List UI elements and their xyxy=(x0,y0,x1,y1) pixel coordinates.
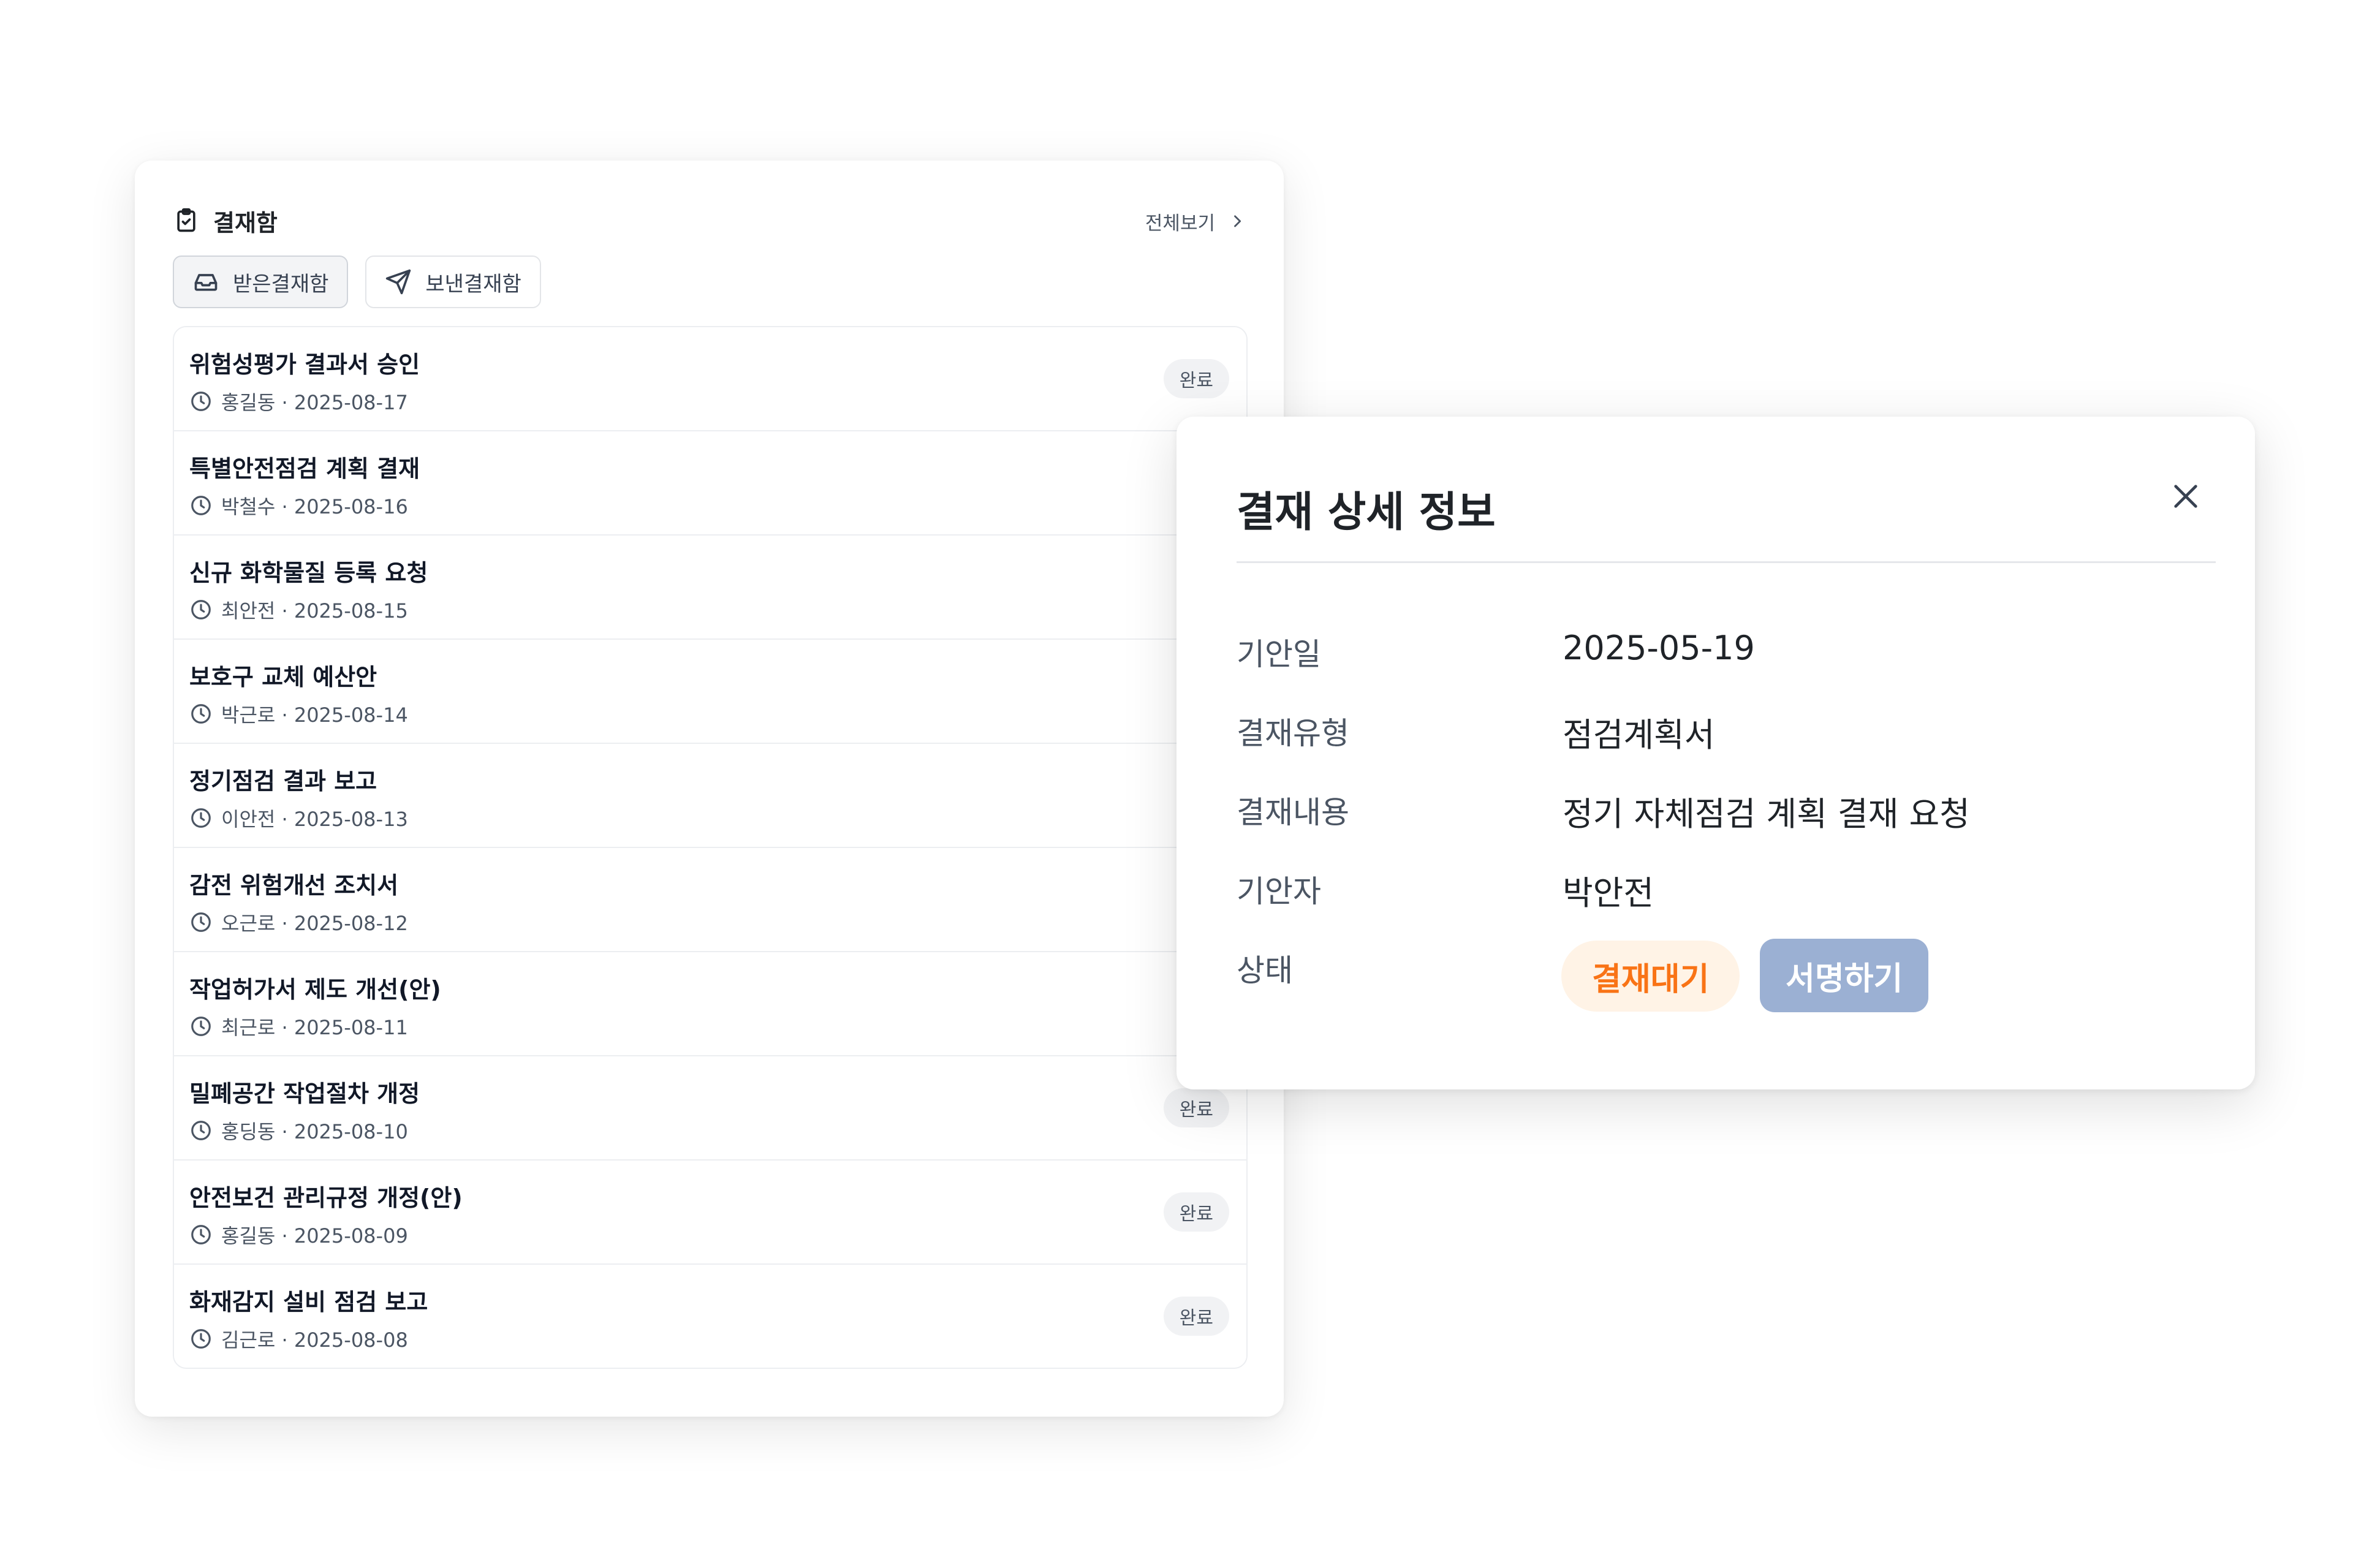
item-meta-text: 홍길동 · 2025-08-17 xyxy=(221,391,408,414)
clock-icon xyxy=(191,1329,211,1349)
field-value-approval-type: 점검계획서 xyxy=(1563,716,1715,754)
list-item[interactable]: 작업허가서 제도 개선(안) 최근로 · 2025-08-11 xyxy=(174,952,1246,1056)
item-meta-text: 최근로 · 2025-08-11 xyxy=(221,1016,408,1039)
status-badge: 완료 xyxy=(1163,359,1229,398)
item-meta-text: 오근로 · 2025-08-12 xyxy=(221,912,408,935)
clock-icon xyxy=(191,808,211,828)
field-label-status: 상태 xyxy=(1237,953,1293,988)
item-meta: 오근로 · 2025-08-12 xyxy=(189,908,408,936)
clock-icon xyxy=(191,600,211,619)
status-badge: 완료 xyxy=(1163,1088,1229,1127)
field-value-draft-date: 2025-05-19 xyxy=(1563,629,1755,667)
item-meta: 홍길동 · 2025-08-17 xyxy=(189,387,408,415)
modal-title: 결재 상세 정보 xyxy=(1237,488,1496,537)
item-meta-text: 박근로 · 2025-08-14 xyxy=(221,703,408,727)
close-icon xyxy=(2174,485,2197,508)
clock-icon xyxy=(191,704,211,724)
item-title: 밀폐공간 작업절차 개정 xyxy=(189,1080,420,1107)
list-item[interactable]: 정기점검 결과 보고 이안전 · 2025-08-13 xyxy=(174,744,1246,848)
modal-divider xyxy=(1237,561,2216,563)
approval-box-card: 결재함 전체보기 받은결재함 보낸결재함 위험성평가 결과서 승인 홍길동 · … xyxy=(135,161,1284,1417)
list-item[interactable]: 신규 화학물질 등록 요청 최안전 · 2025-08-15 xyxy=(174,536,1246,640)
field-label-draft-date: 기안일 xyxy=(1237,637,1321,672)
field-label-approval-content: 결재내용 xyxy=(1237,795,1349,830)
item-meta: 최근로 · 2025-08-11 xyxy=(189,1012,408,1040)
view-all-link[interactable]: 전체보기 xyxy=(1145,205,1246,238)
sign-button[interactable]: 서명하기 xyxy=(1760,939,1929,1012)
clock-icon xyxy=(191,392,211,411)
chevron-right-icon xyxy=(1234,215,1241,227)
item-title: 신규 화학물질 등록 요청 xyxy=(189,559,428,586)
tab-sent[interactable]: 보낸결재함 xyxy=(365,256,541,308)
item-title: 작업허가서 제도 개선(안) xyxy=(189,976,441,1003)
status-badge-pending: 결재대기 xyxy=(1561,941,1740,1012)
clipboard-check-icon xyxy=(177,208,195,232)
item-title: 보호구 교체 예산안 xyxy=(189,664,377,691)
item-meta: 최안전 · 2025-08-15 xyxy=(189,596,408,624)
tab-sent-label: 보낸결재함 xyxy=(425,271,521,297)
list-item[interactable]: 밀폐공간 작업절차 개정 홍딩동 · 2025-08-10 완료 xyxy=(174,1056,1246,1161)
list-item[interactable]: 안전보건 관리규정 개정(안) 홍길동 · 2025-08-09 완료 xyxy=(174,1161,1246,1265)
item-meta: 김근로 · 2025-08-08 xyxy=(189,1325,408,1353)
inbox-icon xyxy=(194,274,218,291)
status-badge: 완료 xyxy=(1163,1297,1229,1336)
list-item[interactable]: 감전 위험개선 조치서 오근로 · 2025-08-12 xyxy=(174,848,1246,952)
approval-detail-modal: 결재 상세 정보 기안일 2025-05-19 결재유형 점검계획서 결재내용 … xyxy=(1176,417,2255,1089)
item-meta: 홍길동 · 2025-08-09 xyxy=(189,1221,408,1249)
item-meta-text: 최안전 · 2025-08-15 xyxy=(221,599,408,623)
clock-icon xyxy=(191,1121,211,1140)
item-meta-text: 홍길동 · 2025-08-09 xyxy=(221,1224,408,1248)
list-item[interactable]: 화재감지 설비 점검 보고 김근로 · 2025-08-08 완료 xyxy=(174,1265,1246,1368)
item-title: 화재감지 설비 점검 보고 xyxy=(189,1289,428,1316)
list-item[interactable]: 위험성평가 결과서 승인 홍길동 · 2025-08-17 완료 xyxy=(174,327,1246,431)
item-meta: 홍딩동 · 2025-08-10 xyxy=(189,1116,408,1145)
status-badge: 완료 xyxy=(1163,1192,1229,1232)
field-label-approval-type: 결재유형 xyxy=(1237,716,1349,751)
item-meta: 이안전 · 2025-08-13 xyxy=(189,804,408,832)
item-meta: 박철수 · 2025-08-16 xyxy=(189,491,408,520)
field-value-approval-content: 정기 자체점검 계획 결재 요청 xyxy=(1563,795,1970,833)
item-meta: 박근로 · 2025-08-14 xyxy=(189,700,408,728)
clock-icon xyxy=(191,496,211,515)
approval-box-title: 결재함 xyxy=(213,209,278,237)
item-meta-text: 김근로 · 2025-08-08 xyxy=(221,1328,408,1352)
tab-received[interactable]: 받은결재함 xyxy=(173,256,349,308)
item-title: 특별안전점검 계획 결재 xyxy=(189,455,420,482)
item-title: 감전 위험개선 조치서 xyxy=(189,872,399,899)
approval-list: 위험성평가 결과서 승인 홍길동 · 2025-08-17 완료 특별안전점검 … xyxy=(173,326,1248,1369)
approval-tabs: 받은결재함 보낸결재함 xyxy=(173,256,541,308)
item-meta-text: 홍딩동 · 2025-08-10 xyxy=(221,1120,408,1143)
clock-icon xyxy=(191,912,211,932)
field-value-drafter: 박안전 xyxy=(1563,874,1654,912)
item-title: 위험성평가 결과서 승인 xyxy=(189,351,420,378)
item-title: 안전보건 관리규정 개정(안) xyxy=(189,1184,463,1211)
item-meta-text: 박철수 · 2025-08-16 xyxy=(221,495,408,518)
approval-box-header: 결재함 xyxy=(173,202,278,239)
item-meta-text: 이안전 · 2025-08-13 xyxy=(221,808,408,831)
close-button[interactable] xyxy=(2164,475,2207,518)
list-item[interactable]: 보호구 교체 예산안 박근로 · 2025-08-14 xyxy=(174,640,1246,744)
tab-received-label: 받은결재함 xyxy=(233,271,329,297)
list-item[interactable]: 특별안전점검 계획 결재 박철수 · 2025-08-16 xyxy=(174,431,1246,536)
clock-icon xyxy=(191,1225,211,1244)
item-title: 정기점검 결과 보고 xyxy=(189,768,377,795)
field-label-drafter: 기안자 xyxy=(1237,874,1321,909)
clock-icon xyxy=(191,1017,211,1036)
view-all-label: 전체보기 xyxy=(1145,212,1215,235)
send-icon xyxy=(386,269,411,295)
